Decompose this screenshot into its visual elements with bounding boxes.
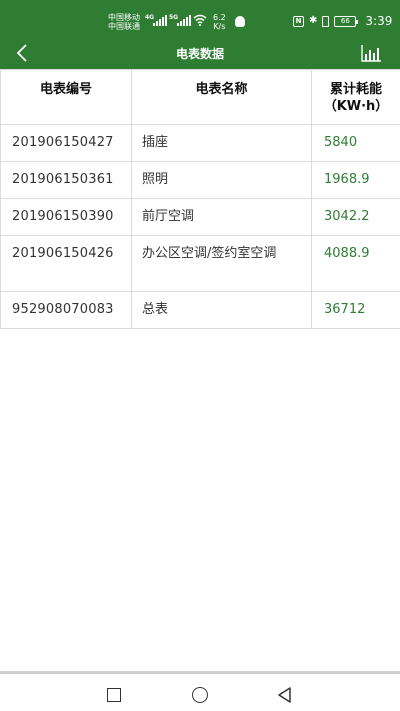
signal-strength-1-icon	[153, 15, 167, 26]
back-triangle-icon[interactable]	[276, 686, 292, 704]
table-header: 电表编号 电表名称 累计耗能 （KW·h）	[0, 69, 400, 125]
header-consumption: 累计耗能 （KW·h）	[311, 69, 400, 125]
vibrate-icon	[322, 15, 330, 27]
wifi-icon	[193, 14, 207, 26]
clock: 3:39	[365, 14, 393, 28]
consumption-cell: 1968.9	[311, 161, 400, 199]
system-navigation-bar	[0, 671, 400, 711]
carrier-1: 中国移动	[108, 13, 140, 22]
meter-id-cell: 201906150361	[0, 161, 132, 199]
status-icons-right: N ✱ 66 3:39	[293, 14, 392, 28]
page-title: 电表数据	[175, 47, 224, 61]
bluetooth-icon: ✱	[309, 15, 318, 26]
header-consumption-unit: （KW·h）	[323, 99, 389, 114]
status-bar: 中国移动 中国联通 4G 5G 6.2 K/s N ✱ 66 3:39	[0, 0, 400, 37]
consumption-cell: 4088.9	[311, 235, 400, 292]
meter-id-cell: 952908070083	[0, 291, 132, 329]
table-row[interactable]: 201906150426 办公区空调/签约室空调 4088.9	[0, 235, 400, 292]
meter-name-cell: 总表	[131, 291, 312, 329]
carrier-2: 中国联通	[108, 22, 140, 31]
bar-chart-icon[interactable]	[360, 43, 382, 63]
battery-level: 66	[340, 16, 350, 25]
nfc-icon: N	[293, 15, 304, 27]
header-consumption-label: 累计耗能	[329, 82, 382, 97]
table-header-row: 电表编号 电表名称 累计耗能 （KW·h）	[0, 69, 400, 125]
speed-unit: K/s	[213, 22, 226, 31]
consumption-cell: 36712	[311, 291, 400, 329]
app-header: 电表数据	[0, 37, 400, 69]
table-row[interactable]: 201906150427 插座 5840	[0, 124, 400, 162]
meter-table: 电表编号 电表名称 累计耗能 （KW·h） 201906150427 插座 58…	[0, 69, 400, 329]
meter-name-cell: 办公区空调/签约室空调	[131, 235, 312, 292]
table-row[interactable]: 952908070083 总表 36712	[0, 291, 400, 329]
meter-id-cell: 201906150426	[0, 235, 132, 292]
table-body: 201906150427 插座 5840 201906150361 照明 196…	[0, 124, 400, 329]
qq-notification-icon	[235, 16, 245, 27]
carrier-names: 中国移动 中国联通	[108, 13, 140, 31]
meter-id-cell: 201906150390	[0, 198, 132, 236]
signal-strength-2-icon	[177, 15, 191, 26]
table-row[interactable]: 201906150361 照明 1968.9	[0, 161, 400, 199]
meter-id-cell: 201906150427	[0, 124, 132, 162]
network-speed: 6.2 K/s	[213, 13, 226, 31]
consumption-cell: 3042.2	[311, 198, 400, 236]
home-icon[interactable]	[192, 687, 208, 703]
speed-value: 6.2	[213, 13, 226, 22]
consumption-cell: 5840	[311, 124, 400, 162]
recent-apps-icon[interactable]	[107, 688, 121, 702]
header-meter-id: 电表编号	[0, 69, 132, 125]
meter-name-cell: 插座	[131, 124, 312, 162]
meter-name-cell: 前厅空调	[131, 198, 312, 236]
meter-name-cell: 照明	[131, 161, 312, 199]
header-meter-name: 电表名称	[131, 69, 312, 125]
table-row[interactable]: 201906150390 前厅空调 3042.2	[0, 198, 400, 236]
battery-icon: 66	[334, 15, 359, 27]
